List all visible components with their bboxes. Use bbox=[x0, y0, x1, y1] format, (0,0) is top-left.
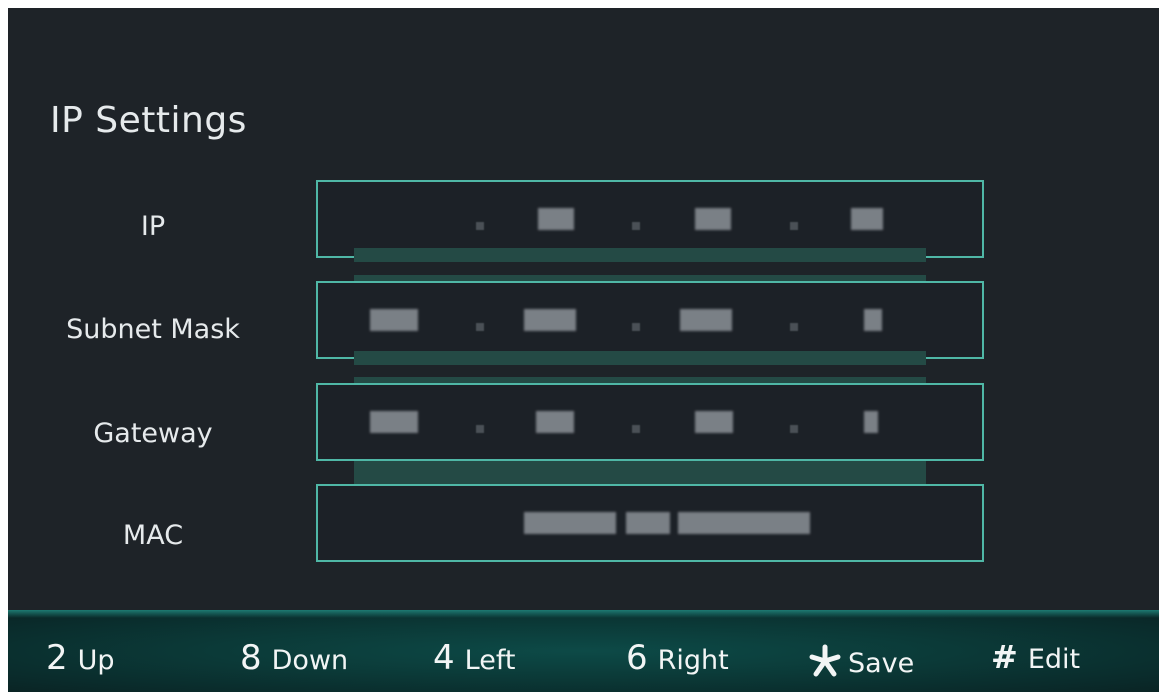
ip-separator bbox=[632, 221, 640, 230]
hint-edit-label: Edit bbox=[1027, 644, 1081, 675]
ip-label: IP bbox=[140, 211, 166, 242]
gateway-octet-4-redacted bbox=[864, 411, 878, 433]
gateway-separator bbox=[790, 424, 798, 433]
ip-octet-4-redacted bbox=[851, 208, 883, 230]
hint-right[interactable]: 6 Right bbox=[626, 638, 729, 678]
hint-save-label: Save bbox=[848, 648, 915, 679]
page-title: IP Settings bbox=[50, 100, 247, 141]
star-icon bbox=[808, 644, 842, 679]
gateway-octet-3-redacted bbox=[695, 411, 733, 433]
mac-part-1-redacted bbox=[524, 512, 616, 534]
star-icon-svg bbox=[809, 644, 841, 677]
mask-separator bbox=[632, 322, 640, 331]
row-divider bbox=[354, 248, 926, 262]
hint-left-label: Left bbox=[464, 645, 516, 676]
ip-settings-screen: IP Settings IP ▒▒▒.▒▒.▒▒.▒▒ Subnet Mask … bbox=[8, 8, 1159, 692]
mask-octet-3-redacted bbox=[680, 309, 732, 331]
subnet-mask-label: Subnet Mask bbox=[66, 314, 240, 345]
hash-icon: # bbox=[991, 638, 1018, 676]
ip-separator bbox=[790, 221, 798, 230]
footer-glow bbox=[8, 610, 1159, 618]
hint-right-label: Right bbox=[657, 645, 729, 676]
key-8: 8 bbox=[240, 638, 262, 678]
mask-separator bbox=[476, 322, 484, 331]
subnet-mask-field[interactable]: ▒▒▒.▒▒▒.▒▒▒.▒ bbox=[316, 281, 984, 359]
key-2: 2 bbox=[46, 638, 68, 678]
hint-left[interactable]: 4 Left bbox=[433, 638, 515, 678]
gateway-separator bbox=[632, 424, 640, 433]
hint-down-label: Down bbox=[271, 645, 349, 676]
mac-field[interactable]: ▒▒▒▒▒▒▒▒▒▒▒▒ bbox=[316, 484, 984, 562]
ip-octet-3-redacted bbox=[695, 208, 731, 230]
mac-part-2-redacted bbox=[626, 512, 670, 534]
hint-up-label: Up bbox=[77, 645, 115, 676]
mask-octet-2-redacted bbox=[524, 309, 576, 331]
hint-edit[interactable]: # Edit bbox=[991, 638, 1080, 676]
mac-part-3-redacted bbox=[678, 512, 810, 534]
key-4: 4 bbox=[433, 638, 455, 678]
ip-field[interactable]: ▒▒▒.▒▒.▒▒.▒▒ bbox=[316, 180, 984, 258]
hint-down[interactable]: 8 Down bbox=[240, 638, 348, 678]
mac-label: MAC bbox=[122, 520, 184, 551]
ip-separator bbox=[476, 221, 484, 230]
gateway-field[interactable]: ▒▒▒.▒▒.▒▒.▒ bbox=[316, 383, 984, 461]
key-hint-bar: 2 Up 8 Down 4 Left 6 Right Save # Edit bbox=[8, 610, 1159, 692]
mask-separator bbox=[790, 322, 798, 331]
row-divider bbox=[354, 351, 926, 365]
gateway-separator bbox=[476, 424, 484, 433]
ip-octet-2-redacted bbox=[538, 208, 574, 230]
hint-up[interactable]: 2 Up bbox=[46, 638, 115, 678]
gateway-octet-1-redacted bbox=[370, 411, 418, 433]
mask-octet-4-redacted bbox=[864, 309, 882, 331]
hint-save[interactable]: Save bbox=[808, 638, 914, 679]
gateway-label: Gateway bbox=[93, 418, 213, 449]
key-6: 6 bbox=[626, 638, 648, 678]
gateway-octet-2-redacted bbox=[536, 411, 574, 433]
mask-octet-1-redacted bbox=[370, 309, 418, 331]
